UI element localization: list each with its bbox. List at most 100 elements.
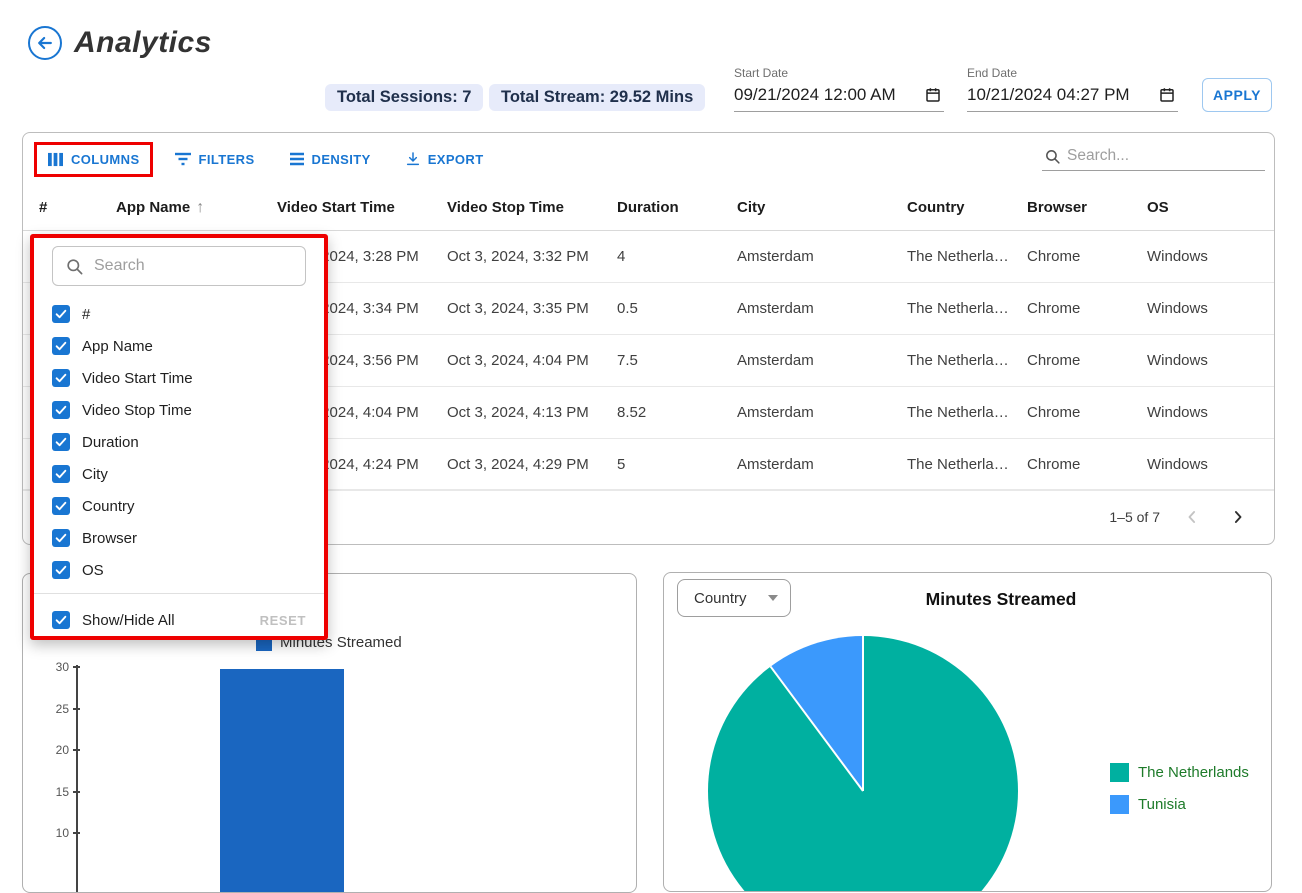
cell-duration: 4 — [617, 248, 737, 265]
pagination-prev-button[interactable] — [1178, 503, 1206, 531]
columns-menu-panel: # App Name Video Start Time Video Stop Time… — [30, 234, 328, 640]
columns-icon — [47, 152, 64, 167]
end-date-input[interactable] — [967, 85, 1145, 105]
column-checkbox-label: Video Start Time — [82, 370, 193, 387]
y-axis-tick: 10 — [33, 826, 80, 840]
cell-os: Windows — [1147, 456, 1274, 473]
header-num[interactable]: # — [39, 199, 116, 216]
columns-menu-item[interactable]: City — [52, 458, 306, 490]
column-checkbox-label: City — [82, 466, 108, 483]
bar-minutes-streamed — [220, 669, 344, 893]
cell-duration: 7.5 — [617, 352, 737, 369]
start-date-field: Start Date — [734, 66, 944, 112]
column-checkbox-label: Video Stop Time — [82, 402, 192, 419]
group-by-select[interactable]: Country — [677, 579, 791, 617]
pie-slice-divider — [770, 666, 864, 792]
header-browser[interactable]: Browser — [1027, 199, 1147, 216]
cell-browser: Chrome — [1027, 352, 1147, 369]
show-hide-all-label: Show/Hide All — [82, 612, 175, 629]
download-icon — [405, 151, 421, 167]
cell-duration: 5 — [617, 456, 737, 473]
column-checkbox-label: Duration — [82, 434, 139, 451]
cell-browser: Chrome — [1027, 456, 1147, 473]
columns-menu-item[interactable]: Browser — [52, 522, 306, 554]
table-search-input[interactable] — [1067, 147, 1252, 165]
column-checkbox[interactable] — [52, 401, 70, 419]
calendar-icon[interactable] — [924, 86, 942, 104]
columns-menu-item[interactable]: Video Stop Time — [52, 394, 306, 426]
cell-country: The Netherlands — [907, 352, 1011, 369]
cell-browser: Chrome — [1027, 404, 1147, 421]
columns-menu-list: # App Name Video Start Time Video Stop Time… — [52, 298, 306, 586]
export-button[interactable]: EXPORT — [395, 143, 494, 175]
cell-os: Windows — [1147, 404, 1274, 421]
cell-os: Windows — [1147, 352, 1274, 369]
columns-menu-search — [52, 246, 306, 286]
columns-menu-search-input[interactable] — [94, 257, 284, 275]
column-checkbox[interactable] — [52, 433, 70, 451]
page-header: Analytics — [28, 26, 212, 60]
column-checkbox[interactable] — [52, 465, 70, 483]
header-app-name[interactable]: App Name↑ — [116, 199, 277, 217]
column-checkbox-label: # — [82, 306, 90, 323]
column-checkbox[interactable] — [52, 529, 70, 547]
columns-menu-item[interactable]: Country — [52, 490, 306, 522]
search-icon — [1044, 148, 1061, 165]
column-checkbox[interactable] — [52, 337, 70, 355]
filter-icon — [174, 152, 192, 166]
cell-video-stop: Oct 3, 2024, 3:35 PM — [447, 300, 617, 317]
column-checkbox[interactable] — [52, 561, 70, 579]
header-video-stop[interactable]: Video Stop Time — [447, 199, 617, 216]
y-tick-label: 10 — [33, 826, 69, 840]
cell-duration: 0.5 — [617, 300, 737, 317]
pie-legend-item: Tunisia — [1110, 795, 1249, 814]
cell-video-stop: Oct 3, 2024, 4:13 PM — [447, 404, 617, 421]
cell-country: The Netherlands — [907, 248, 1011, 265]
chevron-down-icon — [768, 595, 778, 601]
header-video-start[interactable]: Video Start Time — [277, 199, 447, 216]
header-os[interactable]: OS — [1147, 199, 1274, 216]
pie-slice-divider — [862, 636, 864, 791]
back-button[interactable] — [28, 26, 62, 60]
legend-swatch — [1110, 795, 1129, 814]
start-date-label: Start Date — [734, 66, 944, 80]
show-hide-all-checkbox[interactable] — [52, 611, 70, 629]
columns-button[interactable]: COLUMNS — [37, 144, 150, 175]
column-checkbox[interactable] — [52, 497, 70, 515]
reset-button[interactable]: RESET — [260, 613, 306, 628]
y-tick-mark — [73, 832, 80, 834]
columns-menu-item[interactable]: Video Start Time — [52, 362, 306, 394]
columns-menu-item[interactable]: App Name — [52, 330, 306, 362]
columns-menu-item[interactable]: # — [52, 298, 306, 330]
y-tick-label: 30 — [33, 660, 69, 674]
column-checkbox-label: OS — [82, 562, 104, 579]
pagination-next-button[interactable] — [1224, 503, 1252, 531]
apply-button[interactable]: APPLY — [1202, 78, 1272, 112]
chevron-right-icon — [1228, 507, 1248, 527]
cell-city: Amsterdam — [737, 248, 907, 265]
columns-menu-item[interactable]: OS — [52, 554, 306, 586]
y-tick-mark — [73, 666, 80, 668]
y-tick-label: 25 — [33, 702, 69, 716]
calendar-icon[interactable] — [1158, 86, 1176, 104]
cell-city: Amsterdam — [737, 352, 907, 369]
columns-menu-item[interactable]: Duration — [52, 426, 306, 458]
cell-browser: Chrome — [1027, 300, 1147, 317]
y-tick-mark — [73, 749, 80, 751]
header-city[interactable]: City — [737, 199, 907, 216]
column-checkbox[interactable] — [52, 305, 70, 323]
y-axis-tick: 30 — [33, 660, 80, 674]
cell-city: Amsterdam — [737, 404, 907, 421]
column-checkbox[interactable] — [52, 369, 70, 387]
cell-os: Windows — [1147, 248, 1274, 265]
start-date-input[interactable] — [734, 85, 912, 105]
cell-city: Amsterdam — [737, 300, 907, 317]
pie-legend-label: The Netherlands — [1138, 764, 1249, 781]
density-button[interactable]: DENSITY — [279, 144, 381, 175]
pie-chart — [708, 636, 1018, 892]
end-date-label: End Date — [967, 66, 1178, 80]
header-country[interactable]: Country — [907, 199, 1027, 216]
filters-button[interactable]: FILTERS — [164, 144, 265, 175]
header-duration[interactable]: Duration — [617, 199, 737, 216]
pie-legend-label: Tunisia — [1138, 796, 1186, 813]
